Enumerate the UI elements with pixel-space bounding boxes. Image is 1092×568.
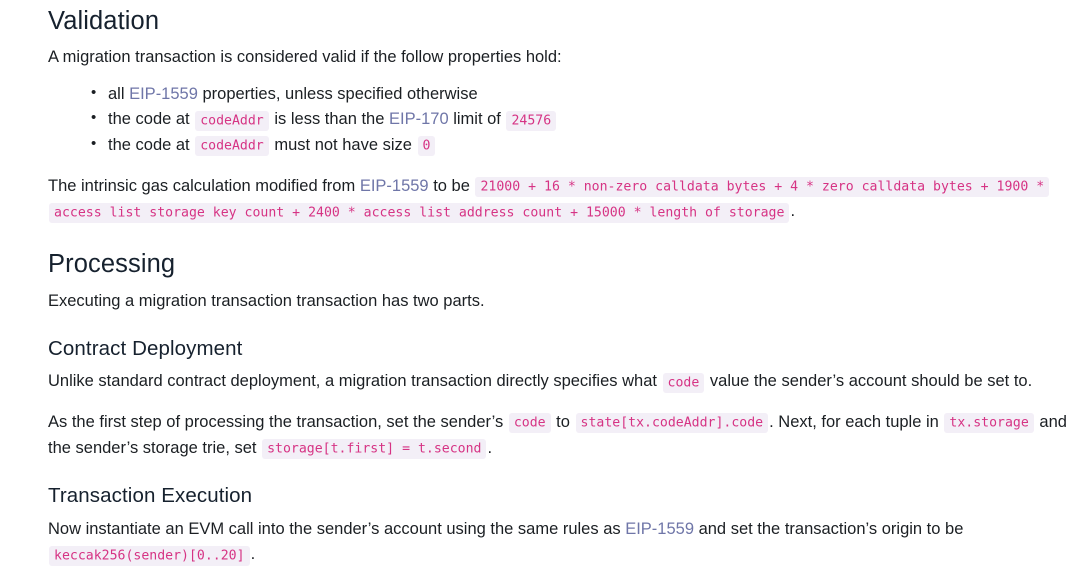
gas-mid-text: to be — [428, 176, 475, 195]
list-item: all EIP-1559 properties, unless specifie… — [91, 81, 1080, 108]
heading-processing: Processing — [48, 250, 176, 279]
cd-p1-pre: Unlike standard contract deployment, a m… — [48, 372, 662, 391]
processing-intro-text: Executing a migration transaction transa… — [48, 291, 485, 310]
code-chip-state-codeaddr-code: state[tx.codeAddr].code — [575, 413, 769, 434]
code-chip-codeaddr: codeAddr — [195, 110, 269, 131]
code-chip-keccak256-sender: keccak256(sender)[0..20] — [49, 545, 250, 566]
link-eip-1559[interactable]: EIP-1559 — [625, 520, 694, 538]
gas-pre-text: The intrinsic gas calculation modified f… — [48, 176, 360, 195]
cd-p2-mid-1: to — [551, 412, 575, 431]
te-mid: and set the transaction’s origin to be — [694, 520, 964, 539]
code-chip-zero: 0 — [417, 136, 436, 157]
heading-transaction-execution: Transaction Execution — [48, 484, 253, 508]
validation-intro-paragraph: A migration transaction is considered va… — [48, 45, 1080, 70]
intrinsic-gas-paragraph: The intrinsic gas calculation modified f… — [48, 174, 1080, 225]
bullet-2-post: limit of — [448, 110, 506, 129]
list-item: the code at codeAddr must not have size … — [91, 132, 1080, 159]
bullet-2-pre: the code at — [108, 110, 195, 129]
cd-p2-mid-2: . Next, for each tuple in — [769, 412, 944, 431]
te-pre: Now instantiate an EVM call into the sen… — [48, 520, 626, 539]
gas-post-text: . — [790, 202, 796, 221]
cd-p1-post: value the sender’s account should be set… — [705, 372, 1033, 391]
te-post: . — [250, 545, 256, 564]
code-chip-storage-assignment: storage[t.first] = t.second — [262, 439, 487, 460]
bullet-2-mid: is less than the — [269, 110, 389, 129]
link-eip-170[interactable]: EIP-170 — [389, 110, 449, 128]
code-chip-codeaddr: codeAddr — [195, 136, 269, 157]
list-item: the code at codeAddr is less than the EI… — [91, 106, 1080, 133]
code-chip-code: code — [662, 372, 705, 393]
code-chip-code: code — [508, 413, 551, 434]
link-eip-1559[interactable]: EIP-1559 — [129, 85, 198, 103]
cd-p2-post: . — [487, 438, 493, 457]
bullet-3-post: must not have size — [269, 135, 417, 154]
code-chip-24576: 24576 — [506, 110, 557, 131]
heading-validation: Validation — [48, 7, 160, 35]
code-chip-tx-storage: tx.storage — [944, 413, 1034, 434]
transaction-execution-paragraph: Now instantiate an EVM call into the sen… — [48, 517, 1080, 568]
bullet-3-pre: the code at — [108, 135, 195, 154]
document-body: Validation A migration transaction is co… — [0, 0, 1092, 568]
heading-contract-deployment: Contract Deployment — [48, 336, 243, 360]
processing-intro-paragraph: Executing a migration transaction transa… — [48, 289, 1080, 314]
contract-deployment-paragraph-2: As the first step of processing the tran… — [48, 410, 1080, 461]
bullet-1-pre: all — [108, 84, 130, 103]
bullet-1-post: properties, unless specified otherwise — [197, 84, 478, 103]
contract-deployment-paragraph-1: Unlike standard contract deployment, a m… — [48, 369, 1080, 395]
validation-properties-list: all EIP-1559 properties, unless specifie… — [48, 81, 1080, 159]
link-eip-1559[interactable]: EIP-1559 — [360, 177, 429, 195]
cd-p2-pre: As the first step of processing the tran… — [48, 412, 508, 431]
validation-intro-text: A migration transaction is considered va… — [48, 48, 562, 67]
